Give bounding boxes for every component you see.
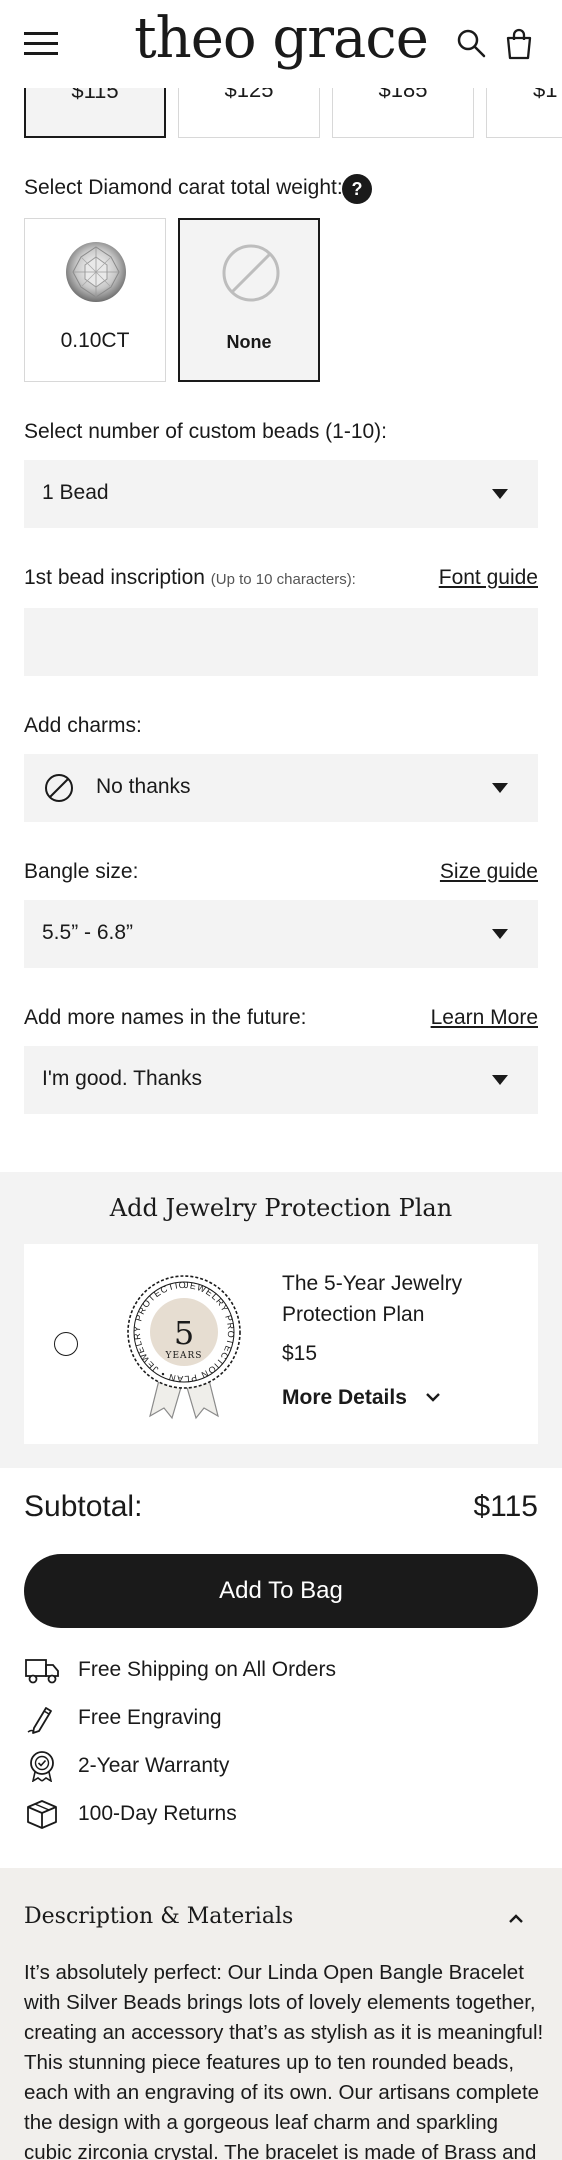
- add-to-bag-button[interactable]: Add To Bag: [24, 1554, 538, 1628]
- perk-text: Free Shipping on All Orders: [78, 1658, 336, 1681]
- perk-text: 100-Day Returns: [78, 1802, 237, 1825]
- future-names-label: Add more names in the future:: [24, 1006, 307, 1029]
- size-guide-link[interactable]: Size guide: [440, 860, 538, 884]
- inscription-hint: (Up to 10 characters):: [210, 571, 356, 588]
- font-guide-link[interactable]: Font guide: [439, 566, 538, 590]
- protection-badge-icon: JEWELRY PROTECTION PLAN • JEWELRY PROTEC…: [116, 1266, 241, 1420]
- protection-plan-card[interactable]: JEWELRY PROTECTION PLAN • JEWELRY PROTEC…: [24, 1244, 538, 1444]
- description-section: Description & Materials It’s absolutely …: [0, 1868, 562, 2160]
- protection-plan-title: Add Jewelry Protection Plan: [109, 1194, 453, 1222]
- inscription-label: 1st bead inscription (Up to 10 character…: [24, 566, 356, 590]
- perk-text: 2-Year Warranty: [78, 1754, 230, 1777]
- chevron-up-icon[interactable]: [506, 1912, 526, 1926]
- caret-down-icon: [492, 783, 508, 793]
- charms-select-value: No thanks: [96, 775, 191, 798]
- protection-plan-radio[interactable]: [54, 1332, 78, 1356]
- carat-option-label: None: [226, 332, 272, 352]
- caret-down-icon: [492, 489, 508, 499]
- beads-select[interactable]: 1 Bead: [24, 460, 538, 528]
- beads-select-value: 1 Bead: [42, 481, 109, 504]
- none-icon: [222, 244, 280, 302]
- subtotal-label: Subtotal:: [24, 1490, 143, 1523]
- protection-plan-section: Add Jewelry Protection Plan JEWELRY PROT…: [0, 1172, 562, 1468]
- truck-icon: [25, 1659, 59, 1684]
- site-header: theo grace: [0, 0, 562, 88]
- inscription-label-text: 1st bead inscription: [24, 566, 205, 589]
- caret-down-icon: [492, 1075, 508, 1085]
- perk-item: 2-Year Warranty: [24, 1750, 538, 1784]
- description-body: It’s absolutely perfect: Our Linda Open …: [24, 1961, 544, 2160]
- description-title[interactable]: Description & Materials: [24, 1904, 293, 1929]
- charms-select[interactable]: No thanks: [24, 754, 538, 822]
- charms-label: Add charms:: [24, 714, 142, 737]
- shopping-bag-icon[interactable]: [504, 28, 534, 60]
- more-details-button[interactable]: More Details: [282, 1386, 407, 1410]
- future-names-value: I'm good. Thanks: [42, 1067, 203, 1090]
- subtotal-value: $115: [473, 1490, 538, 1523]
- perk-item: Free Shipping on All Orders: [24, 1654, 538, 1688]
- learn-more-link[interactable]: Learn More: [431, 1006, 538, 1030]
- badge-unit: YEARS: [165, 1351, 203, 1361]
- search-icon[interactable]: [456, 28, 486, 58]
- caret-down-icon: [492, 929, 508, 939]
- chevron-down-icon[interactable]: [424, 1390, 442, 1404]
- carat-option-label: 0.10CT: [60, 329, 130, 352]
- warranty-badge-icon: [30, 1751, 54, 1782]
- perk-text: Free Engraving: [78, 1706, 222, 1729]
- inscription-input[interactable]: [24, 608, 538, 676]
- protection-plan-price: $15: [282, 1342, 318, 1365]
- help-icon[interactable]: ?: [342, 174, 372, 204]
- no-selection-icon: [45, 774, 73, 802]
- carat-option-010[interactable]: 0.10CT: [24, 218, 166, 382]
- bangle-size-value: 5.5” - 6.8”: [42, 921, 134, 944]
- protection-plan-name: The 5-Year Jewelry Protection Plan: [282, 1272, 463, 1326]
- engraving-pen-icon: [27, 1707, 52, 1734]
- diamond-icon: [66, 242, 126, 302]
- carat-label: Select Diamond carat total weight:: [24, 176, 343, 199]
- carat-option-none[interactable]: None: [178, 218, 320, 382]
- badge-number: 5: [174, 1314, 194, 1352]
- beads-label: Select number of custom beads (1-10):: [24, 420, 388, 443]
- future-names-select[interactable]: I'm good. Thanks: [24, 1046, 538, 1114]
- perk-item: Free Engraving: [24, 1702, 538, 1736]
- bangle-size-select[interactable]: 5.5” - 6.8”: [24, 900, 538, 968]
- perk-item: 100-Day Returns: [24, 1798, 538, 1832]
- box-icon: [27, 1800, 57, 1829]
- bangle-size-label: Bangle size:: [24, 860, 139, 883]
